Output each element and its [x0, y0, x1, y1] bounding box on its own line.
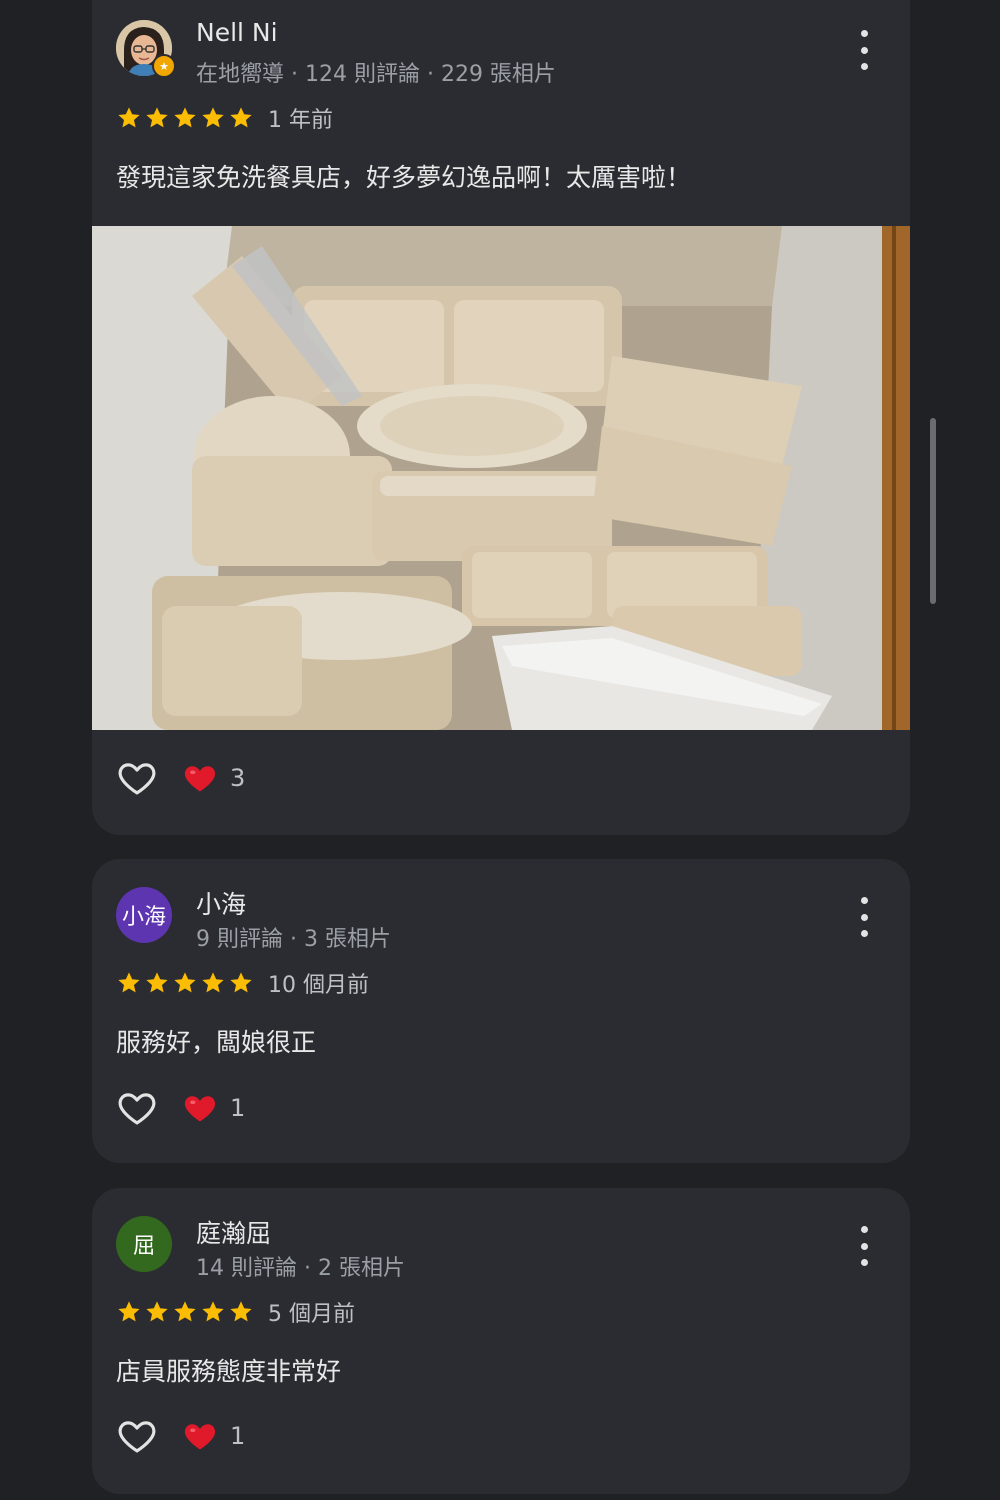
more-vert-icon[interactable] — [858, 1226, 870, 1266]
star-icon — [144, 105, 170, 131]
star-rating — [116, 970, 254, 996]
star-icon — [228, 105, 254, 131]
reviewer-name[interactable]: 庭瀚屈 — [196, 1214, 271, 1250]
red-heart-icon[interactable] — [182, 1418, 218, 1454]
review-card: ★ Nell Ni 在地嚮導 · 124 則評論 · 229 張相片 1 年前 … — [92, 0, 910, 835]
reaction-count: 3 — [230, 764, 246, 792]
star-icon — [116, 1299, 142, 1325]
star-icon — [228, 1299, 254, 1325]
reviewer-meta: 14 則評論 · 2 張相片 — [196, 1256, 405, 1281]
star-icon — [200, 105, 226, 131]
more-vert-icon[interactable] — [858, 30, 870, 70]
review-text: 店員服務態度非常好 — [116, 1357, 342, 1386]
more-vert-icon[interactable] — [858, 897, 870, 937]
review-time: 10 個月前 — [268, 973, 369, 998]
avatar[interactable]: ★ — [116, 20, 176, 78]
reaction-count: 1 — [230, 1094, 246, 1122]
review-time: 5 個月前 — [268, 1302, 355, 1327]
star-icon — [116, 970, 142, 996]
reviewer-meta: 在地嚮導 · 124 則評論 · 229 張相片 — [196, 62, 556, 87]
reviewer-name[interactable]: 小海 — [196, 885, 246, 921]
reaction-count: 1 — [230, 1422, 246, 1450]
star-icon — [200, 970, 226, 996]
star-icon — [172, 970, 198, 996]
star-icon — [200, 1299, 226, 1325]
reviewer-name[interactable]: Nell Ni — [196, 18, 278, 47]
red-heart-icon[interactable] — [182, 1090, 218, 1126]
reactions-row: 3 — [116, 757, 245, 799]
star-icon — [144, 1299, 170, 1325]
scrollbar[interactable] — [930, 418, 936, 604]
star-icon — [172, 105, 198, 131]
rating-row: 10 個月前 — [116, 967, 369, 999]
star-rating — [116, 105, 254, 131]
review-card: 小海 小海 9 則評論 · 3 張相片 10 個月前 服務好，闆娘很正 1 — [92, 859, 910, 1163]
reactions-row: 1 — [116, 1415, 245, 1457]
star-icon — [116, 105, 142, 131]
star-icon — [144, 970, 170, 996]
reactions-row: 1 — [116, 1087, 245, 1129]
reviewer-meta: 9 則評論 · 3 張相片 — [196, 927, 391, 952]
avatar[interactable]: 屈 — [116, 1216, 172, 1272]
review-time: 1 年前 — [268, 108, 333, 133]
avatar[interactable]: 小海 — [116, 887, 172, 943]
heart-outline-icon[interactable] — [116, 1087, 158, 1129]
review-photo[interactable] — [92, 226, 910, 730]
heart-outline-icon[interactable] — [116, 1415, 158, 1457]
star-rating — [116, 1299, 254, 1325]
review-text: 發現這家免洗餐具店，好多夢幻逸品啊！太厲害啦！ — [116, 163, 692, 192]
rating-row: 1 年前 — [116, 102, 333, 134]
review-card: 屈 庭瀚屈 14 則評論 · 2 張相片 5 個月前 店員服務態度非常好 1 — [92, 1188, 910, 1494]
rating-row: 5 個月前 — [116, 1296, 355, 1328]
star-icon — [172, 1299, 198, 1325]
red-heart-icon[interactable] — [182, 760, 218, 796]
review-text: 服務好，闆娘很正 — [116, 1028, 317, 1057]
star-icon — [228, 970, 254, 996]
heart-outline-icon[interactable] — [116, 757, 158, 799]
local-guide-badge-icon: ★ — [152, 54, 176, 78]
